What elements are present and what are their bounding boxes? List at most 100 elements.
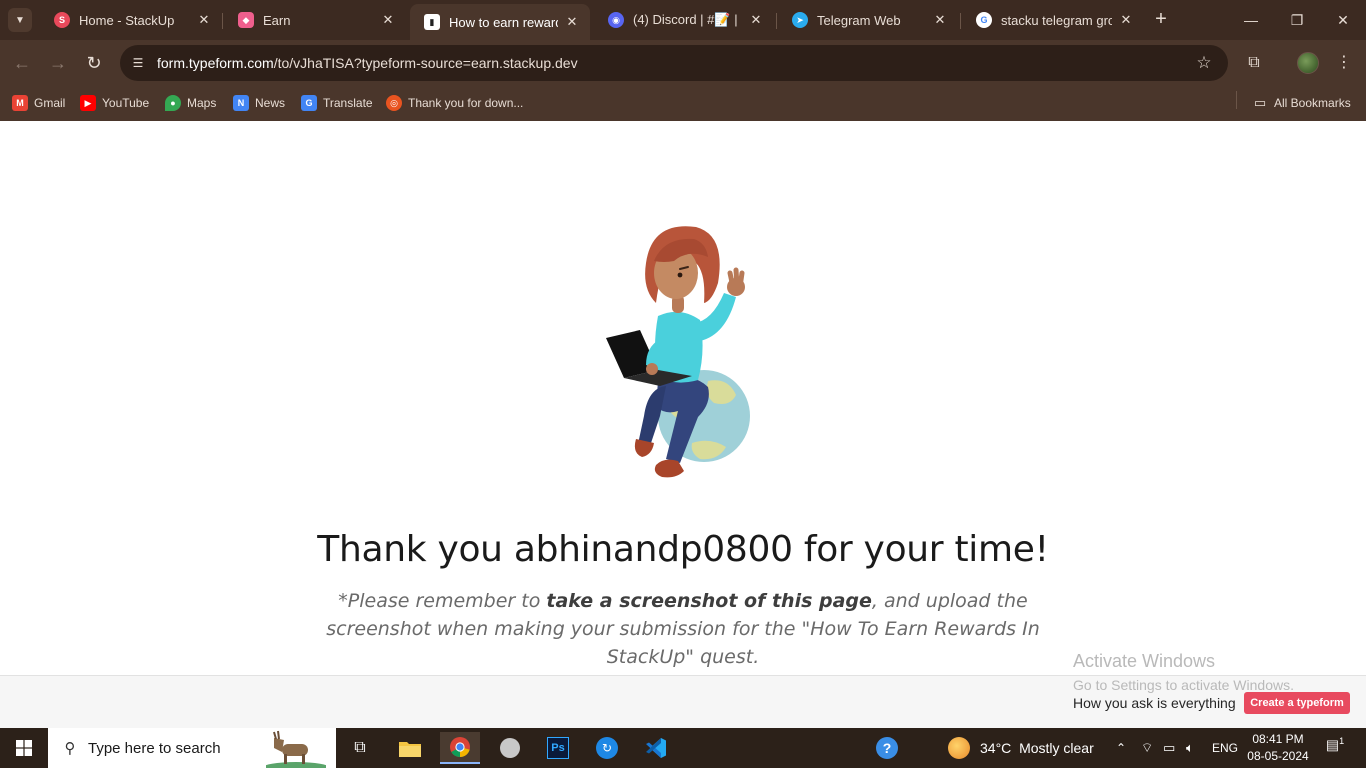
extensions-icon[interactable]: ⧉ [1243,52,1265,74]
close-window-button[interactable]: ✕ [1321,6,1365,34]
close-icon[interactable]: ✕ [564,14,580,30]
create-typeform-button[interactable]: Create a typeform [1244,692,1350,714]
bookmark-thank-you[interactable]: ◎ Thank you for down... [386,92,523,114]
folder-icon: ▭ [1253,95,1267,110]
gmail-icon: M [12,95,28,111]
arrow-left-icon: ← [13,53,31,73]
minimize-icon: — [1244,12,1258,28]
activate-windows-subtitle: Go to Settings to activate Windows. [1073,677,1294,693]
bookmark-translate[interactable]: G Translate [301,92,373,114]
close-icon[interactable]: ✕ [1118,12,1134,28]
wifi-icon[interactable]: ⌔ [1141,728,1153,768]
close-icon[interactable]: ✕ [380,12,396,28]
stackup-icon: S [54,12,70,28]
vscode-app[interactable] [636,732,676,764]
photoshop-icon: Ps [547,737,569,759]
bookmark-separator [1236,91,1237,109]
taskbar-clock[interactable]: 08:41 PM 08-05-2024 [1240,731,1316,765]
tab-separator [960,13,961,29]
restore-button[interactable]: ❐ [1275,6,1319,34]
task-view-icon: ⧉ [354,739,366,756]
tab-separator [776,13,777,29]
tray-chevron-icon[interactable]: ⌃ [1116,728,1126,768]
forward-button[interactable]: → [44,49,72,77]
task-view-button[interactable]: ⧉ [340,732,380,764]
weather-moon-icon [948,737,970,759]
battery-icon[interactable]: ▭ [1163,728,1175,768]
tab-separator [222,13,223,29]
reload-icon: ↻ [86,53,102,73]
file-explorer-app[interactable] [390,732,430,764]
vscode-icon [646,738,666,758]
tab-how-to-earn-rewards[interactable]: ▮ How to earn rewards ✕ [410,4,590,40]
bookmark-maps[interactable]: ● Maps [165,92,216,114]
taskbar-search[interactable]: ⚲ Type here to search [48,728,336,768]
chevron-down-icon: ▼ [15,14,25,26]
tab-earn[interactable]: ◆ Earn ✕ [224,4,406,36]
maps-icon: ● [165,95,181,111]
close-icon[interactable]: ✕ [932,12,948,28]
bookmark-youtube[interactable]: ▶ YouTube [80,92,149,114]
arrow-right-icon: → [49,53,67,73]
start-button[interactable] [0,728,48,768]
bookmark-gmail[interactable]: M Gmail [12,92,65,114]
language-indicator[interactable]: ENG [1212,728,1238,768]
typeform-thank-you-screen: Thank you abhinandp0800 for your time! *… [0,121,1366,728]
photoshop-app[interactable]: Ps [538,732,578,764]
app-blue[interactable]: ↻ [587,732,627,764]
close-icon: ✕ [1337,12,1349,28]
screenshot-reminder-note: *Please remember to take a screenshot of… [326,590,1040,668]
telegram-icon: ➤ [792,12,808,28]
search-icon: ⚲ [64,740,76,757]
restore-icon: ❐ [1290,12,1304,28]
question-icon: ? [876,737,898,759]
help-icon[interactable]: ? [876,728,898,768]
back-button[interactable]: ← [8,49,36,77]
profile-avatar[interactable] [1297,52,1319,74]
minimize-button[interactable]: — [1229,6,1273,34]
windows-taskbar: ⚲ Type here to search ⧉ Ps ↻ ? 34°C Most… [0,728,1366,768]
news-icon: N [233,95,249,111]
weather-widget[interactable]: 34°C Mostly clear [948,728,1094,768]
chrome-app[interactable] [440,732,480,764]
close-icon[interactable]: ✕ [196,12,212,28]
plus-icon: + [1155,8,1167,30]
tab-discord[interactable]: ◉ (4) Discord | #📝 | ru ✕ [594,4,774,36]
app-circle-icon [500,738,520,758]
stackup-earn-icon: ◆ [238,12,254,28]
ubuntu-icon: ◎ [386,95,402,111]
bookmark-news[interactable]: N News [233,92,285,114]
bookmark-star-icon[interactable]: ☆ [1194,53,1214,73]
activate-windows-title: Activate Windows [1073,651,1216,671]
close-icon[interactable]: ✕ [748,12,764,28]
volume-icon[interactable]: 🔈︎ [1186,728,1194,768]
bookmarks-bar: M Gmail ▶ YouTube ● Maps N News G Transl… [0,86,1366,121]
tab-strip: ▼ S Home - StackUp ✕ ◆ Earn ✕ ▮ How to e… [0,0,1366,40]
tab-google-search[interactable]: G stacku telegram grou ✕ [962,4,1144,36]
chrome-icon [450,737,470,758]
app-arrow-icon: ↻ [596,737,618,759]
translate-icon: G [301,95,317,111]
reload-button[interactable]: ↻ [80,49,108,77]
typeform-icon: ▮ [424,14,440,30]
new-tab-button[interactable]: + [1150,8,1172,32]
tab-search-button[interactable]: ▼ [8,8,32,32]
typeform-tagline: How you ask is everything [1073,695,1236,711]
tab-telegram-web[interactable]: ➤ Telegram Web ✕ [778,4,958,36]
browser-toolbar: ← → ↻ ☰ form.typeform.com/to/vJhaTISA?ty… [0,40,1366,86]
google-icon: G [976,12,992,28]
address-bar[interactable]: ☰ form.typeform.com/to/vJhaTISA?typeform… [120,45,1228,81]
donkey-search-highlight-icon [266,730,326,768]
menu-kebab-icon[interactable]: ⋮ [1333,52,1355,74]
notification-center-button[interactable]: ▤1 [1320,736,1350,762]
tab-home-stackup[interactable]: S Home - StackUp ✕ [40,4,222,36]
app-generic[interactable] [490,732,530,764]
thank-you-heading: Thank you abhinandp0800 for your time! [317,529,1049,570]
discord-icon: ◉ [608,12,624,28]
all-bookmarks[interactable]: ▭ All Bookmarks [1252,92,1351,114]
folder-icon [399,742,421,757]
windows-logo-icon [16,740,32,756]
woman-on-globe-illustration [606,226,750,478]
site-info-icon[interactable]: ☰ [128,53,148,73]
url-text[interactable]: form.typeform.com/to/vJhaTISA?typeform-s… [157,55,578,71]
